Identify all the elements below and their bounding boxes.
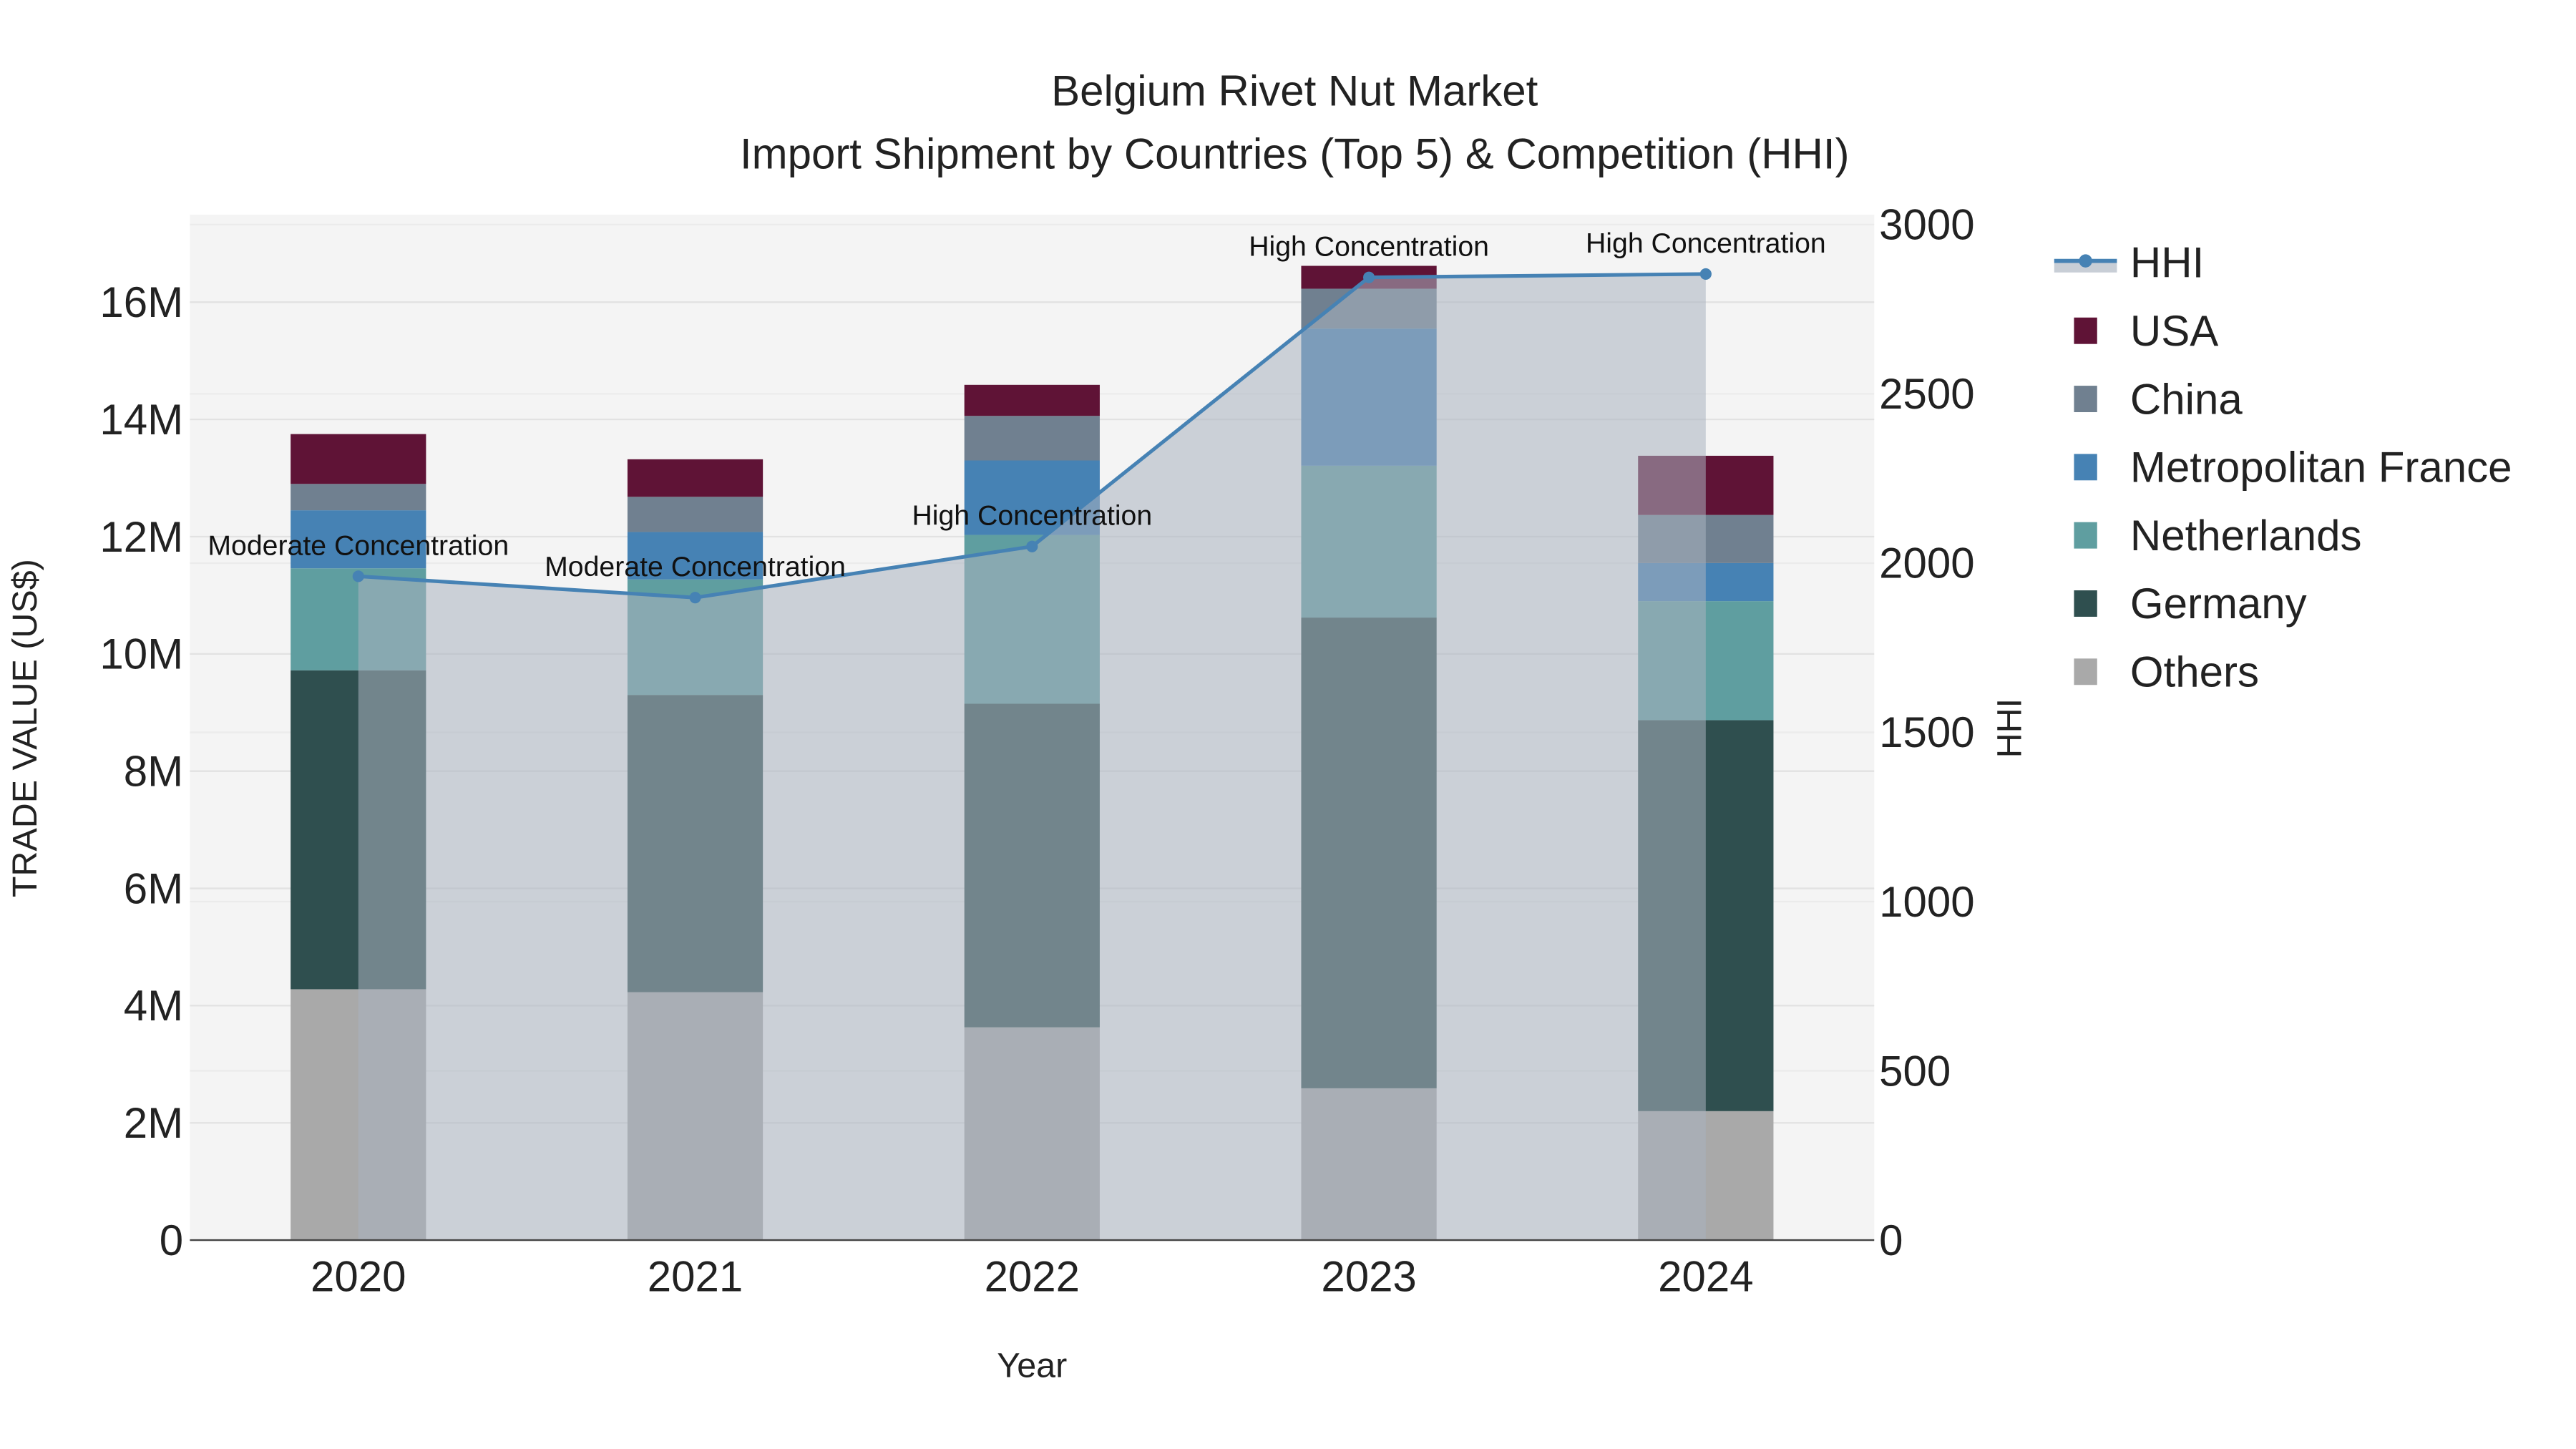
y-tick-label: 10M [99, 630, 183, 678]
x-tick-label: 2022 [985, 1253, 1080, 1301]
legend-swatch-usa [2074, 317, 2097, 344]
y-tick-label: 4M [124, 982, 183, 1030]
y-tick-label: 8M [124, 747, 183, 795]
legend-label: Netherlands [2130, 512, 2362, 560]
y2-tick-label: 1500 [1879, 708, 1974, 756]
legend-label: HHI [2130, 239, 2204, 287]
hhi-point [352, 570, 364, 582]
x-axis-title: Year [997, 1347, 1067, 1385]
legend-swatch-netherlands [2074, 522, 2097, 549]
legend-label: Others [2130, 648, 2259, 696]
y-axis-ticks: 0 2M 4M 6M 8M 10M 12M 14M 16M [99, 278, 183, 1264]
x-tick-label: 2020 [311, 1253, 406, 1301]
y-tick-label: 12M [99, 513, 183, 561]
legend-swatch-metropolitan-france [2074, 454, 2097, 481]
bar-usa [291, 434, 426, 484]
y2-tick-label: 2500 [1879, 370, 1974, 418]
hhi-annotation: Moderate Concentration [545, 551, 846, 582]
y2-axis-title: HHI [1991, 698, 2029, 758]
y2-tick-label: 3000 [1879, 201, 1974, 249]
hhi-point [1026, 540, 1038, 552]
y2-tick-label: 2000 [1879, 540, 1974, 587]
bar-usa [627, 459, 763, 497]
hhi-annotation: Moderate Concentration [208, 530, 509, 561]
legend-hhi-marker [2079, 254, 2092, 268]
hhi-point [1699, 268, 1712, 280]
y2-tick-label: 1000 [1879, 878, 1974, 926]
hhi-point [689, 592, 701, 604]
legend: HHI USA China Metropolitan France Netherland… [2054, 239, 2512, 696]
bar-usa [964, 384, 1100, 416]
hhi-annotation: High Concentration [1249, 231, 1489, 263]
y2-tick-label: 0 [1879, 1216, 1903, 1264]
bar-china [627, 497, 763, 532]
x-axis-ticks: 2020 2021 2022 2023 2024 [311, 1253, 1754, 1301]
hhi-annotation: High Concentration [912, 500, 1152, 532]
y-tick-label: 16M [99, 278, 183, 326]
bar-china [291, 484, 426, 511]
legend-label: USA [2130, 307, 2218, 355]
hhi-annotation: High Concentration [1586, 228, 1826, 259]
chart: Moderate Concentration Moderate Concentra… [6, 67, 2512, 1385]
x-tick-label: 2023 [1321, 1253, 1416, 1301]
y-tick-label: 0 [160, 1216, 183, 1264]
y2-axis-ticks: 0 500 1000 1500 2000 2500 3000 [1879, 201, 1974, 1264]
y-axis-title: TRADE VALUE (US$) [6, 559, 44, 897]
x-tick-label: 2021 [648, 1253, 743, 1301]
hhi-point [1363, 271, 1375, 283]
legend-swatch-china [2074, 386, 2097, 412]
legend-label: Germany [2130, 580, 2307, 628]
legend-label: Metropolitan France [2130, 444, 2512, 492]
legend-label: China [2130, 375, 2243, 423]
chart-title-line1: Belgium Rivet Nut Market [1051, 67, 1538, 115]
chart-title-line2: Import Shipment by Countries (Top 5) & C… [740, 130, 1850, 177]
bar-china [964, 416, 1100, 461]
y-tick-label: 6M [124, 864, 183, 912]
legend-swatch-others [2074, 658, 2097, 686]
x-tick-label: 2024 [1658, 1253, 1753, 1301]
y-tick-label: 14M [99, 396, 183, 444]
legend-swatch-germany [2074, 590, 2097, 617]
y-tick-label: 2M [124, 1099, 183, 1147]
y2-tick-label: 500 [1879, 1047, 1951, 1095]
